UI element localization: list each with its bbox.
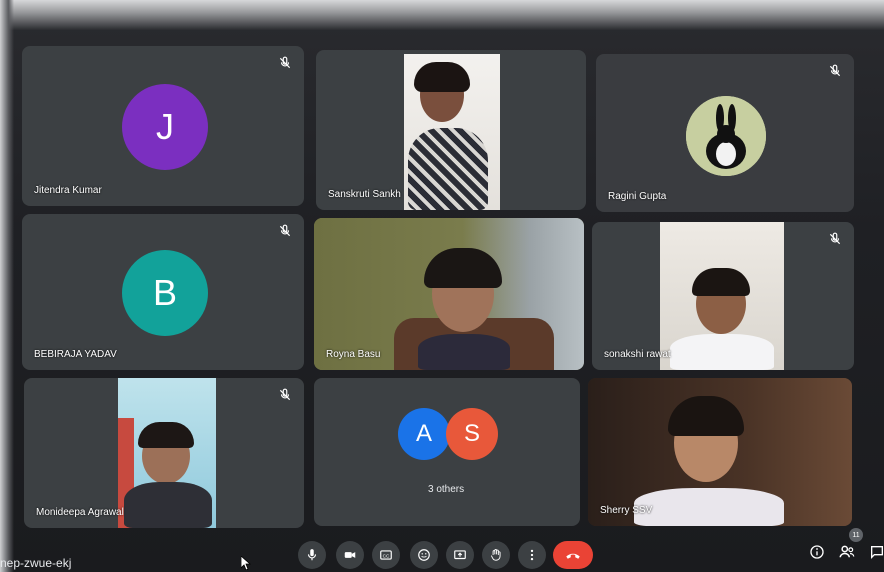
captions-button[interactable]: CC xyxy=(372,541,400,569)
svg-text:CC: CC xyxy=(383,553,390,558)
avatar-initial: A xyxy=(415,420,432,447)
participant-name: Sherry SSV xyxy=(600,505,653,516)
raise-hand-button[interactable] xyxy=(482,541,510,569)
info-icon xyxy=(810,545,824,559)
people-icon xyxy=(839,545,855,558)
more-options-icon xyxy=(530,549,534,561)
chat-icon xyxy=(871,546,883,559)
participant-name: Sanskruti Sankh xyxy=(328,189,401,200)
chat-button[interactable] xyxy=(866,541,884,563)
present-icon xyxy=(454,550,466,560)
participant-video xyxy=(660,222,784,370)
participant-name: BEBIRAJA YADAV xyxy=(34,349,117,360)
monitor-bezel-left xyxy=(0,0,14,572)
mic-off-icon xyxy=(829,232,841,245)
present-button[interactable] xyxy=(446,541,474,569)
rabbit-icon xyxy=(686,96,766,176)
tile-royna-basu[interactable]: Royna Basu xyxy=(314,218,584,370)
raise-hand-icon xyxy=(490,548,501,561)
mouse-cursor-icon xyxy=(241,556,251,570)
avatar: B xyxy=(122,250,208,336)
tile-bebiraja-yadav[interactable]: B BEBIRAJA YADAV xyxy=(22,214,304,370)
camera-button[interactable] xyxy=(336,541,364,569)
avatar-initial: B xyxy=(152,272,177,313)
participant-name: Monideepa Agrawal xyxy=(36,507,124,518)
mic-off-icon xyxy=(279,388,291,401)
tile-sonakshi-rawat[interactable]: sonakshi rawat xyxy=(592,222,854,370)
participant-name: Ragini Gupta xyxy=(608,191,667,202)
participant-name: Royna Basu xyxy=(326,349,381,360)
tile-monideepa-agrawal[interactable]: Monideepa Agrawal xyxy=(24,378,304,528)
profile-photo xyxy=(686,96,766,176)
avatar: S xyxy=(446,408,498,460)
mic-off-icon xyxy=(279,224,291,237)
participant-video xyxy=(118,378,216,528)
participant-video xyxy=(588,378,852,526)
people-button[interactable] xyxy=(836,541,858,563)
others-count-label: 3 others xyxy=(428,484,465,495)
microphone-button[interactable] xyxy=(298,541,326,569)
tile-sanskruti-sankh[interactable]: Sanskruti Sankh xyxy=(316,50,586,210)
end-call-icon xyxy=(566,553,580,559)
participant-video xyxy=(404,54,500,210)
avatar: A xyxy=(398,408,450,460)
end-call-button[interactable] xyxy=(553,541,593,569)
participant-name: sonakshi rawat xyxy=(604,349,671,360)
captions-icon: CC xyxy=(380,550,392,560)
tile-jitendra-kumar[interactable]: J Jitendra Kumar xyxy=(22,46,304,206)
avatar-initial: S xyxy=(463,420,480,447)
mic-off-icon xyxy=(279,56,291,69)
microphone-icon xyxy=(307,549,317,561)
emoji-button[interactable] xyxy=(410,541,438,569)
participant-video xyxy=(314,218,584,370)
tile-sherry-ssv[interactable]: Sherry SSV xyxy=(588,378,852,526)
participant-name: Jitendra Kumar xyxy=(34,185,102,196)
mic-off-icon xyxy=(829,64,841,77)
tile-ragini-gupta[interactable]: Ragini Gupta xyxy=(596,54,854,212)
participant-count-badge: 11 xyxy=(849,528,863,542)
more-options-button[interactable] xyxy=(518,541,546,569)
bottom-toolbar xyxy=(0,536,884,572)
avatar: J xyxy=(122,84,208,170)
meet-screen: J Jitendra Kumar Sanskruti Sankh Ragini … xyxy=(0,0,884,572)
monitor-bezel-top xyxy=(0,0,884,30)
emoji-icon xyxy=(418,549,430,561)
tile-others[interactable]: A S 3 others xyxy=(314,378,580,526)
meeting-code: nep-zwue-ekj xyxy=(0,556,72,570)
camera-icon xyxy=(344,552,356,558)
meeting-info-button[interactable] xyxy=(806,541,828,563)
avatar-initial: J xyxy=(156,106,174,147)
